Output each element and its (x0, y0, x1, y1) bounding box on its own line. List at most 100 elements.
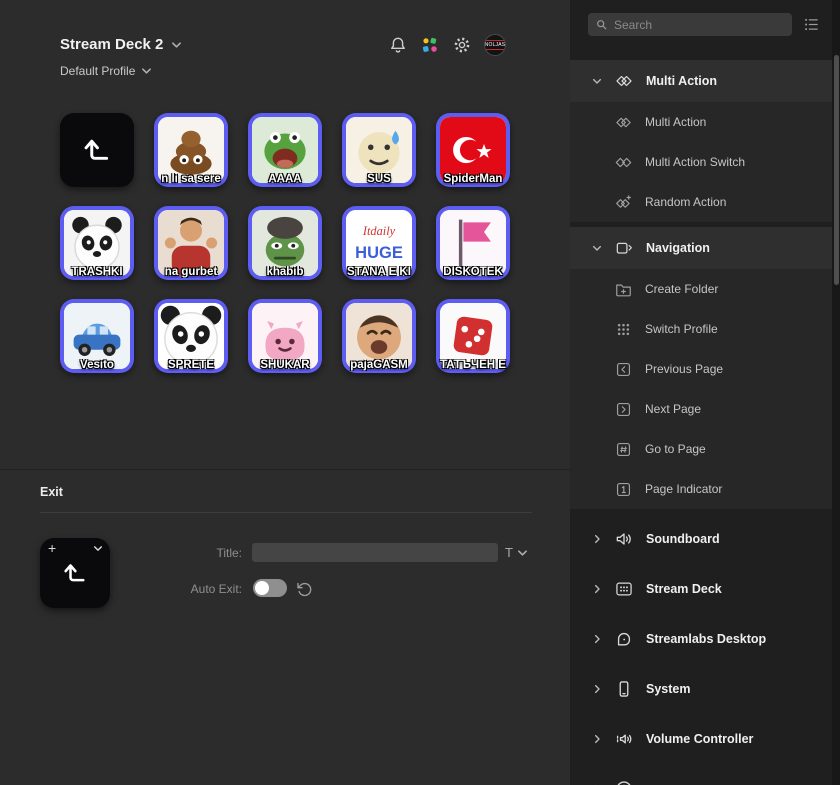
inspector-divider (0, 469, 570, 470)
action-label: Previous Page (645, 362, 724, 376)
account-avatar[interactable]: NOLJAS (484, 34, 506, 56)
chevron-right-icon (592, 534, 602, 544)
action-previous-page[interactable]: Previous Page (570, 349, 832, 389)
chevron-down-icon (592, 245, 602, 252)
action-page-indicator[interactable]: Page Indicator (570, 469, 832, 509)
key-татъчен-е[interactable]: ТАТЪЧЕН Е (436, 299, 510, 373)
category-multi-action[interactable]: Multi Action (570, 60, 832, 102)
list-view-icon[interactable] (803, 16, 820, 33)
action-multi-action[interactable]: Multi Action (570, 102, 832, 142)
key-sus[interactable]: SUS (342, 113, 416, 187)
search-box[interactable] (588, 13, 792, 36)
device-title: Stream Deck 2 (60, 36, 164, 53)
square-chevron-left-icon (614, 360, 633, 379)
font-selector[interactable]: T (505, 545, 528, 560)
stream-deck-icon (614, 579, 634, 599)
action-label: Go to Page (645, 442, 706, 456)
category-system[interactable]: System (570, 664, 832, 714)
profile-name: Default Profile (60, 64, 136, 78)
key-sprete[interactable]: SPRETE (154, 299, 228, 373)
notifications-bell-icon[interactable] (388, 35, 408, 55)
action-multi-action-switch[interactable]: Multi Action Switch (570, 142, 832, 182)
category-item[interactable] (570, 764, 832, 785)
key-diskotek[interactable]: DISKOTEK (436, 206, 510, 280)
toggle-knob (255, 581, 269, 595)
pepe-hat-emote (252, 210, 318, 276)
category-label: Volume Controller (646, 732, 754, 746)
action-go-to-page[interactable]: Go to Page (570, 429, 832, 469)
action-create-folder[interactable]: Create Folder (570, 269, 832, 309)
key-back-folder[interactable] (60, 113, 134, 187)
key-n-li-sa-sere[interactable]: n li sa sere (154, 113, 228, 187)
chevron-down-icon (592, 78, 602, 85)
category-label: Multi Action (646, 74, 718, 88)
category-stream-deck[interactable]: Stream Deck (570, 564, 832, 614)
system-icon (614, 679, 634, 699)
category-label: Navigation (646, 241, 710, 255)
sweat-face-emote (346, 117, 412, 183)
action-random-action[interactable]: Random Action (570, 182, 832, 222)
chevron-down-icon[interactable] (93, 545, 103, 552)
svg-text:HUGE: HUGE (355, 244, 403, 262)
inspector-heading: Exit (40, 485, 63, 499)
action-next-page[interactable]: Next Page (570, 389, 832, 429)
reset-icon[interactable] (296, 580, 313, 597)
themes-colorful-icon[interactable] (420, 35, 440, 55)
category-label: System (646, 682, 691, 696)
action-label: Multi Action (645, 115, 707, 129)
pink-flag-emote (440, 210, 506, 276)
header-toolbar: NOLJAS (388, 34, 506, 56)
panda-emote (64, 210, 130, 276)
chevron-right-icon (592, 734, 602, 744)
action-label: Create Folder (645, 282, 719, 296)
key-khabib[interactable]: khabib (248, 206, 322, 280)
poop-emote (158, 117, 224, 183)
key-stana-e-ki[interactable]: Itdaily HUGE STANA E KI (342, 206, 416, 280)
action-label: Page Indicator (645, 482, 723, 496)
svg-text:Itdaily: Itdaily (362, 224, 396, 238)
key-trashki[interactable]: TRASHKI (60, 206, 134, 280)
search-input[interactable] (614, 17, 785, 32)
chevron-down-icon (141, 67, 152, 75)
key-aaaa[interactable]: AAAA (248, 113, 322, 187)
key-pajagasm[interactable]: pajaGASM (342, 299, 416, 373)
add-icon[interactable]: + (48, 541, 56, 555)
auto-exit-toggle[interactable] (253, 579, 287, 597)
key-na-gurbet[interactable]: na gurbet (154, 206, 228, 280)
action-label: Next Page (645, 402, 702, 416)
square-chevron-right-icon (614, 400, 633, 419)
category-label: Stream Deck (646, 582, 722, 596)
settings-gear-icon[interactable] (452, 35, 472, 55)
action-switch-profile[interactable]: Switch Profile (570, 309, 832, 349)
category-label: Soundboard (646, 532, 720, 546)
actions-sidebar: Multi Action Multi Action Multi Action Swi… (570, 0, 840, 785)
device-selector[interactable]: Stream Deck 2 (60, 36, 182, 53)
main-panel: Stream Deck 2 Default Profile NOLJAS n l… (0, 0, 570, 785)
scrollbar[interactable] (832, 0, 840, 785)
chevron-right-icon (592, 634, 602, 644)
stream-deck-app: { "colors": { "key_accent": "#5d5df2", "… (0, 0, 840, 785)
blue-car-emote (64, 303, 130, 369)
volume-controller-icon (614, 729, 634, 749)
key-vesito[interactable]: Vesito (60, 299, 134, 373)
title-input[interactable] (252, 543, 498, 562)
streamlabs-icon (614, 629, 634, 649)
category-volume-controller[interactable]: Volume Controller (570, 714, 832, 764)
key-preview[interactable]: + (40, 538, 110, 608)
action-label: Random Action (645, 195, 727, 209)
key-grid: n li sa sere AAAA SUS SpiderMan TRASHKI na gu… (60, 113, 510, 373)
key-spiderman[interactable]: SpiderMan (436, 113, 510, 187)
create-folder-icon (614, 280, 633, 299)
pink-blob-emote (252, 303, 318, 369)
category-navigation[interactable]: Navigation (570, 227, 832, 269)
profile-selector[interactable]: Default Profile (60, 64, 152, 78)
category-soundboard[interactable]: Soundboard (570, 514, 832, 564)
navigation-icon (614, 238, 634, 258)
square-one-icon (614, 480, 633, 499)
scrollbar-thumb[interactable] (833, 55, 839, 285)
switch-profile-icon (614, 320, 633, 339)
title-label: Title: (216, 546, 242, 560)
key-shukar[interactable]: SHUKAR (248, 299, 322, 373)
random-action-icon (614, 193, 633, 212)
category-streamlabs-desktop[interactable]: Streamlabs Desktop (570, 614, 832, 664)
